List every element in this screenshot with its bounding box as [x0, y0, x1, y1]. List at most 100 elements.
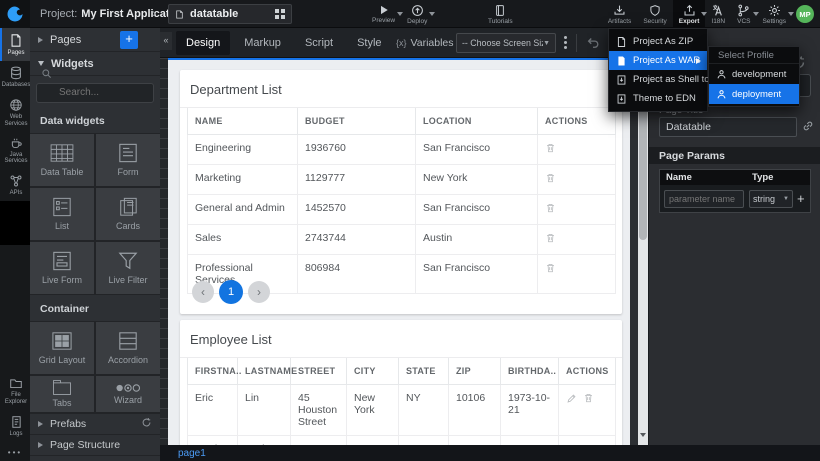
widget-tile-live-form[interactable]: Live Form — [30, 242, 94, 294]
trash-icon[interactable] — [545, 142, 556, 154]
profile-option-deployment[interactable]: deployment — [709, 84, 799, 104]
widget-tile-accordion[interactable]: Accordion — [96, 322, 160, 374]
topbar: Project: My First Application › datatabl… — [0, 0, 820, 28]
panel-variables[interactable]: Variables — [30, 455, 160, 461]
screen-size-select[interactable]: -- Choose Screen Size -- ▼ — [456, 33, 556, 53]
menu-item-project-as-zip[interactable]: Project As ZIP — [609, 32, 707, 51]
department-list-widget[interactable]: Department List NAMEBUDGETLOCATIONACTION… — [180, 70, 622, 314]
live-filter-icon — [115, 251, 141, 271]
pages-panel-header[interactable]: Pages + — [30, 28, 160, 52]
widget-tile-data-table[interactable]: Data Table — [30, 134, 94, 186]
design-canvas[interactable]: Department List NAMEBUDGETLOCATIONACTION… — [168, 58, 630, 445]
i18n-button[interactable]: I18N — [705, 0, 731, 28]
column-header-actions[interactable]: ACTIONS — [538, 108, 616, 135]
settings-button[interactable]: Settings — [757, 0, 793, 28]
refresh-icon[interactable] — [141, 417, 152, 428]
column-header-firstna-[interactable]: FIRSTNA.. — [188, 358, 238, 385]
undo-icon[interactable] — [586, 35, 600, 49]
collapse-panel-button[interactable]: « — [160, 32, 172, 50]
table-row[interactable]: General and Admin1452570San Francisco — [188, 195, 616, 225]
panel-page-structure[interactable]: Page Structure — [30, 434, 160, 455]
rail-item-pages[interactable]: Pages — [0, 28, 30, 61]
widget-tile-wizard[interactable]: Wizard — [96, 376, 160, 412]
department-table[interactable]: NAMEBUDGETLOCATIONACTIONSEngineering1936… — [187, 108, 616, 294]
pagination-next-button[interactable]: › — [248, 281, 270, 303]
section-title-container: Container — [30, 295, 160, 321]
column-header-zip[interactable]: ZIP — [449, 358, 501, 385]
tab-script[interactable]: Script — [295, 31, 343, 55]
project-breadcrumb[interactable]: Project: My First Application — [40, 0, 186, 28]
widget-tile-tabs[interactable]: Tabs — [30, 376, 94, 412]
more-options-button[interactable] — [564, 36, 568, 51]
widget-tile-cards[interactable]: Cards — [96, 188, 160, 240]
column-header-street[interactable]: STREET — [291, 358, 347, 385]
pagination-page-1-button[interactable]: 1 — [219, 280, 243, 304]
employee-list-widget[interactable]: Employee List FIRSTNA..LASTNAMESTREETCIT… — [180, 320, 622, 445]
pagination-prev-button[interactable]: ‹ — [192, 281, 214, 303]
profile-option-development[interactable]: development — [709, 64, 799, 84]
add-page-button[interactable]: + — [120, 31, 138, 49]
column-header-lastname[interactable]: LASTNAME — [238, 358, 291, 385]
export-button[interactable]: Export — [673, 0, 706, 28]
statusbar-page-tab[interactable]: page1 — [178, 448, 206, 459]
link-icon[interactable] — [802, 120, 814, 132]
menu-item-project-as-war[interactable]: Project As WAR — [609, 51, 707, 70]
table-row[interactable]: BradTucker25 Liberty PlBostonMA021271991… — [188, 436, 616, 446]
add-param-button[interactable]: + — [797, 191, 805, 206]
variables-dropdown[interactable]: {x} Variables — [396, 28, 464, 58]
column-header-budget[interactable]: BUDGET — [298, 108, 416, 135]
column-header-location[interactable]: LOCATION — [416, 108, 538, 135]
artifacts-label: Artifacts — [608, 18, 631, 25]
menu-item-project-as-shell-to-edn[interactable]: Project as Shell to EDN — [609, 70, 707, 89]
widget-tile-form[interactable]: Form — [96, 134, 160, 186]
trash-icon[interactable] — [545, 262, 556, 274]
column-header-actions[interactable]: ACTIONS — [559, 358, 616, 385]
column-header-birthda-[interactable]: BIRTHDA.. — [501, 358, 559, 385]
canvas-scrollbar[interactable] — [638, 58, 648, 445]
column-header-city[interactable]: CITY — [347, 358, 399, 385]
tab-style[interactable]: Style — [347, 31, 391, 55]
edit-icon[interactable] — [566, 393, 577, 404]
app-logo[interactable] — [0, 0, 30, 28]
page-title-input[interactable] — [659, 117, 797, 137]
table-row[interactable]: EricLin45 Houston StreetNew YorkNY101061… — [188, 385, 616, 436]
employee-table[interactable]: FIRSTNA..LASTNAMESTREETCITYSTATEZIPBIRTH… — [187, 358, 616, 445]
trash-icon[interactable] — [545, 202, 556, 214]
deploy-button[interactable]: Deploy — [401, 0, 433, 28]
table-row[interactable]: Marketing1129777New York — [188, 165, 616, 195]
vcs-button[interactable]: VCS — [731, 0, 756, 28]
trash-icon[interactable] — [583, 392, 594, 404]
preview-button[interactable]: Preview — [366, 0, 401, 28]
export-menu: Project As ZIPProject As WARProject as S… — [608, 28, 708, 112]
rail-item-file-explorer[interactable]: File Explorer — [0, 372, 30, 410]
tutorials-button[interactable]: Tutorials — [482, 0, 519, 28]
widget-tile-live-filter[interactable]: Live Filter — [96, 242, 160, 294]
panel-prefabs[interactable]: Prefabs — [30, 413, 160, 434]
rail-item-apis[interactable]: APIs — [0, 169, 30, 201]
table-row[interactable]: Sales2743744Austin — [188, 225, 616, 255]
artifacts-button[interactable]: Artifacts — [602, 0, 637, 28]
rail-item-java-services[interactable]: Java Services — [0, 132, 30, 170]
trash-icon[interactable] — [545, 172, 556, 184]
widget-tile-list[interactable]: List — [30, 188, 94, 240]
column-header-state[interactable]: STATE — [399, 358, 449, 385]
rail-item-databases[interactable]: Databases — [0, 61, 30, 93]
scrollbar-down-arrow[interactable] — [640, 433, 646, 437]
rail-item-web-services[interactable]: Web Services — [0, 93, 30, 132]
page-icon — [9, 33, 23, 48]
rail-item-logs[interactable]: Logs — [0, 410, 30, 442]
rail-overflow-button[interactable]: ••• — [0, 442, 30, 461]
avatar[interactable]: MP — [796, 5, 814, 23]
param-name-input[interactable] — [664, 190, 744, 208]
widget-search-input[interactable] — [36, 83, 154, 103]
security-button[interactable]: Security — [637, 0, 672, 28]
page-selector[interactable]: datatable — [168, 4, 292, 24]
trash-icon[interactable] — [545, 232, 556, 244]
tab-markup[interactable]: Markup — [234, 31, 291, 55]
menu-item-theme-to-edn[interactable]: Theme to EDN — [609, 89, 707, 108]
param-type-select[interactable]: string ▼ — [749, 190, 793, 208]
column-header-name[interactable]: NAME — [188, 108, 298, 135]
widget-tile-grid-layout[interactable]: Grid Layout — [30, 322, 94, 374]
tab-design[interactable]: Design — [176, 31, 230, 55]
table-row[interactable]: Engineering1936760San Francisco — [188, 135, 616, 165]
